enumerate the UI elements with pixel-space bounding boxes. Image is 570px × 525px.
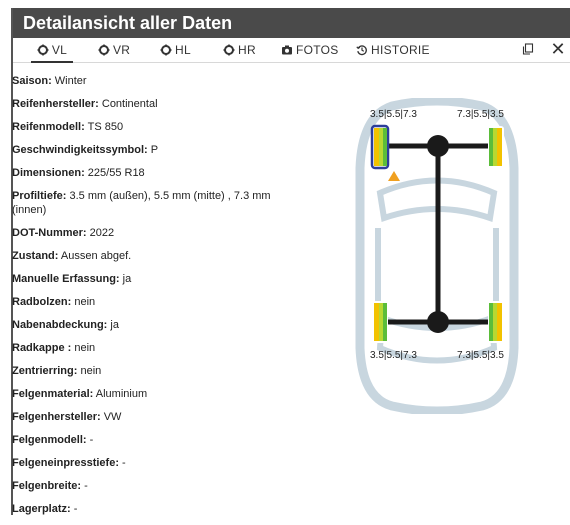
detail-value: Continental [101, 98, 158, 110]
detail-row: Radbolzen: nein [12, 295, 272, 309]
detail-value: - [89, 434, 94, 446]
detail-key: Nabenabdeckung: [12, 319, 108, 331]
detail-row: Dimensionen: 225/55 R18 [12, 166, 272, 180]
tab-label: HL [175, 42, 191, 57]
detail-row: Zustand: Aussen abgef. [12, 249, 272, 263]
detail-key: Manuelle Erfassung: [12, 273, 120, 285]
tab-vl[interactable]: VL [31, 38, 73, 63]
detail-row: Felgenhersteller: VW [12, 410, 272, 424]
detail-row: DOT-Nummer: 2022 [12, 226, 272, 240]
detail-key: Felgenhersteller: [12, 411, 101, 423]
detail-value: VW [103, 411, 122, 423]
warning-icon [388, 171, 400, 181]
detail-key: Radkappe : [12, 342, 72, 354]
detail-row: Lagerplatz: - [12, 502, 272, 516]
detail-value: 2022 [89, 227, 115, 239]
rear-differential [427, 311, 449, 333]
detail-key: Felgenbreite: [12, 480, 82, 492]
gear-icon [37, 44, 49, 55]
tab-label: VL [51, 42, 68, 57]
tab-fotos[interactable]: FOTOS [281, 38, 339, 61]
detail-row: Felgenmaterial: Aluminium [12, 387, 272, 401]
detail-value: Aluminium [95, 388, 148, 400]
detail-key: Lagerplatz: [12, 503, 71, 515]
detail-key: Felgenmaterial: [12, 388, 94, 400]
detail-row: Geschwindigkeitssymbol: P [12, 143, 272, 157]
detail-key: Zentrierring: [12, 365, 78, 377]
tab-label: HR [238, 42, 256, 57]
copy-icon[interactable] [519, 40, 537, 58]
detail-value: - [73, 503, 78, 515]
detail-key: DOT-Nummer: [12, 227, 87, 239]
detail-value: TS 850 [87, 121, 124, 133]
detail-row: Felgeneinpresstiefe: - [12, 456, 272, 470]
detail-value: - [122, 457, 126, 469]
gear-icon [223, 44, 235, 55]
detail-value: 225/55 R18 [87, 167, 145, 179]
detail-list: Saison: Winter Reifenhersteller: Contine… [12, 74, 272, 525]
tab-historie[interactable]: HISTORIE [356, 38, 430, 61]
detail-row: Nabenabdeckung: ja [12, 318, 272, 332]
history-icon [356, 44, 367, 55]
tab-label: VR [113, 42, 131, 57]
detail-row: Felgenmodell: - [12, 433, 272, 447]
detail-row: Felgenbreite: - [12, 479, 272, 493]
detail-key: Reifenhersteller: [12, 98, 99, 110]
tread-depth-front-right: 7.3|5.5|3.5 [457, 109, 504, 120]
detail-value: ja [122, 273, 132, 285]
tab-label: FOTOS [296, 42, 339, 57]
gear-icon [98, 44, 110, 55]
tread-depth-rear-left: 3.5|5.5|7.3 [370, 350, 417, 361]
close-icon[interactable]: ✕ [549, 39, 567, 59]
detail-key: Felgenmodell: [12, 434, 87, 446]
tab-label: HISTORIE [371, 42, 430, 57]
panel-title: Detailansicht aller Daten [13, 8, 570, 38]
detail-value: nein [74, 296, 96, 308]
tab-bar: VL VR HL HR FOTOS HISTORIE ✕ [13, 38, 570, 63]
car-diagram [355, 98, 519, 414]
detail-row: Radkappe : nein [12, 341, 272, 355]
tread-depth-front-left: 3.5|5.5|7.3 [370, 109, 417, 120]
detail-key: Saison: [12, 75, 52, 87]
wheel-front-left[interactable] [370, 124, 390, 170]
detail-key: Felgeneinpresstiefe: [12, 457, 119, 469]
detail-value: Winter [54, 75, 87, 87]
detail-key: Profiltiefe: [12, 190, 67, 202]
detail-value: ja [110, 319, 119, 331]
detail-row: Saison: Winter [12, 74, 272, 88]
detail-key: Zustand: [12, 250, 59, 262]
panel-title-text: Detailansicht aller Daten [23, 12, 233, 33]
detail-row: Zentrierring: nein [12, 364, 272, 378]
wheel-rear-left[interactable] [372, 301, 388, 343]
detail-value: nein [74, 342, 96, 354]
detail-row: Manuelle Erfassung: ja [12, 272, 272, 286]
detail-value: nein [80, 365, 102, 377]
detail-row: Reifenmodell: TS 850 [12, 120, 272, 134]
tab-vr[interactable]: VR [98, 38, 130, 61]
front-differential [427, 135, 449, 157]
detail-key: Radbolzen: [12, 296, 72, 308]
tread-depth-rear-right: 7.3|5.5|3.5 [457, 350, 504, 361]
detail-key: Reifenmodell: [12, 121, 85, 133]
detail-row: Reifenhersteller: Continental [12, 97, 272, 111]
axles [380, 143, 496, 325]
gear-icon [160, 44, 172, 55]
wheel-front-right[interactable] [488, 126, 504, 168]
tab-hl[interactable]: HL [160, 38, 191, 61]
camera-icon [282, 45, 292, 54]
wheel-rear-right[interactable] [488, 301, 504, 343]
detail-value: - [84, 480, 88, 492]
detail-value: P [150, 144, 159, 156]
tab-hr[interactable]: HR [223, 38, 256, 61]
detail-value: Aussen abgef. [60, 250, 132, 262]
detail-key: Geschwindigkeitssymbol: [12, 144, 148, 156]
detail-row: Profiltiefe: 3.5 mm (außen), 5.5 mm (mit… [12, 189, 272, 217]
detail-key: Dimensionen: [12, 167, 85, 179]
